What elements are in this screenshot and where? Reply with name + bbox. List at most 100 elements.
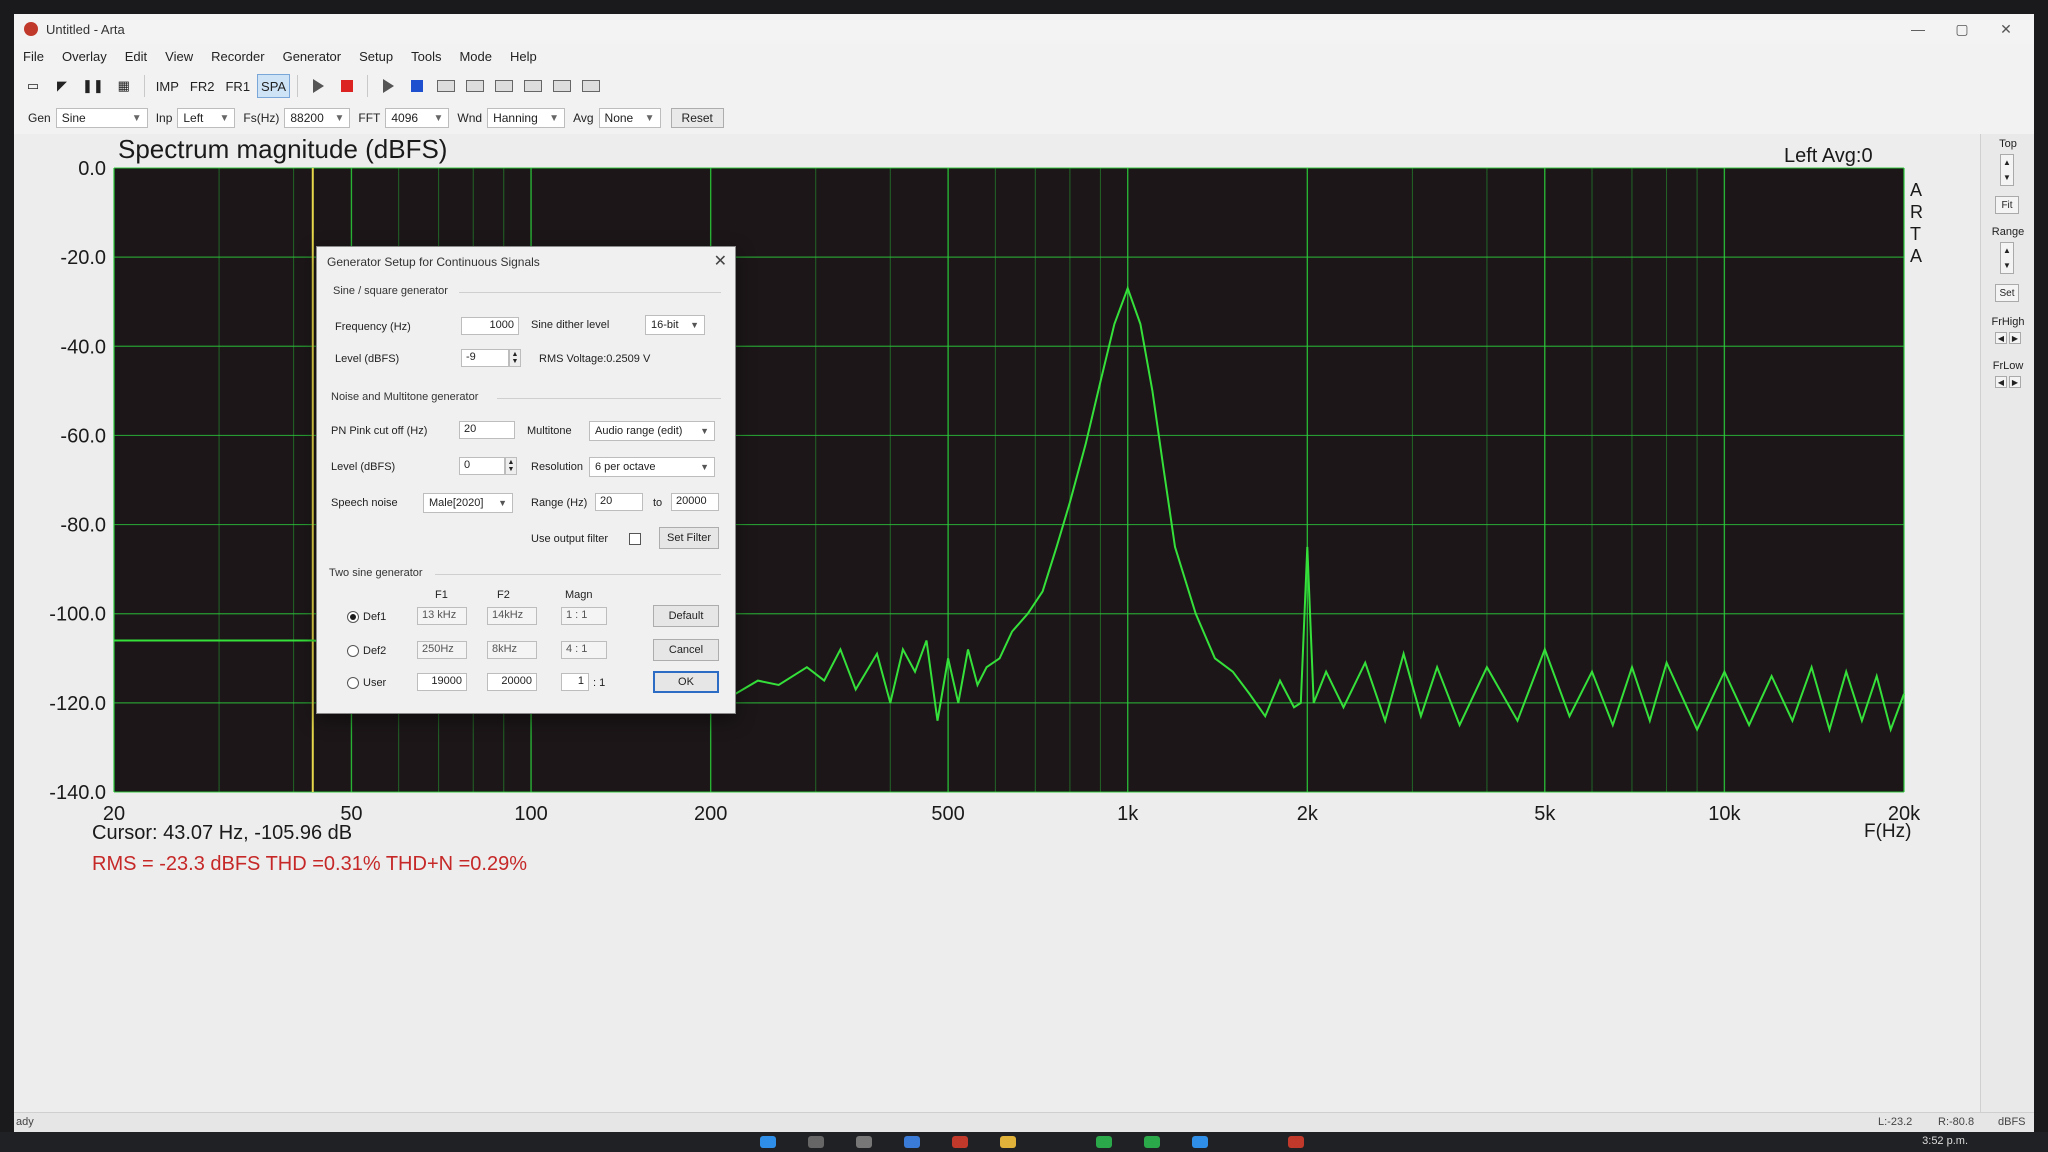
def2-magn-input[interactable]: 4 : 1 [561, 641, 607, 659]
grid-button[interactable]: ▦ [111, 74, 137, 98]
right-arrow-icon[interactable]: ▶ [2009, 332, 2021, 344]
app-icon[interactable] [1144, 1136, 1160, 1148]
range-from-input[interactable]: 20 [595, 493, 643, 511]
generator-stop-button[interactable] [404, 74, 430, 98]
noise-level-input[interactable]: 0 [459, 457, 505, 475]
def2-radio[interactable] [347, 645, 359, 657]
default-button[interactable]: Default [653, 605, 719, 627]
sine-level-input[interactable]: -9 [461, 349, 509, 367]
user-radio[interactable] [347, 677, 359, 689]
wnd-select[interactable]: Hanning ▼ [487, 108, 566, 128]
def2-f1-input[interactable]: 250Hz [417, 641, 467, 659]
noise-level-stepper[interactable]: ▲ ▼ [505, 457, 517, 475]
generator-play-button[interactable] [375, 74, 401, 98]
menu-file[interactable]: File [14, 49, 53, 64]
maximize-icon[interactable]: ▢ [1940, 14, 1984, 44]
search-icon[interactable] [808, 1136, 824, 1148]
menu-generator[interactable]: Generator [274, 49, 351, 64]
fft-select[interactable]: 4096 ▼ [385, 108, 450, 128]
menu-edit[interactable]: Edit [116, 49, 156, 64]
meter-button[interactable] [520, 74, 546, 98]
menu-setup[interactable]: Setup [350, 49, 402, 64]
range-to-input[interactable]: 20000 [671, 493, 719, 511]
close-window-icon[interactable]: ✕ [1984, 14, 2028, 44]
avg-select[interactable]: None ▼ [598, 108, 661, 128]
def1-f1-input[interactable]: 13 kHz [417, 607, 467, 625]
stop-button[interactable] [334, 74, 360, 98]
arta-taskbar-icon[interactable] [1288, 1136, 1304, 1148]
frlow-stepper[interactable]: ◀ ▶ [1995, 376, 2021, 388]
spectrum-chart[interactable]: 0.0 -20.0 -40.0 -60.0 -80.0 -100.0 -120.0 -140.… [14, 134, 1980, 1112]
resolution-select[interactable]: 6 per octave ▼ [589, 457, 715, 477]
task-view-icon[interactable] [856, 1136, 872, 1148]
fr2-mode-button[interactable]: FR2 [186, 74, 219, 98]
def1-f2-input[interactable]: 14kHz [487, 607, 537, 625]
frequency-label: Frequency (Hz) [335, 321, 411, 333]
spectrum-plot-area[interactable]: 0.0 -20.0 -40.0 -60.0 -80.0 -100.0 -120.0 -140.… [14, 134, 1980, 1112]
gen-select[interactable]: Sine ▼ [55, 108, 148, 128]
set-button[interactable]: Set [1995, 284, 2019, 302]
reset-button[interactable]: Reset [670, 108, 724, 128]
output-filter-checkbox[interactable] [629, 533, 641, 545]
close-icon[interactable]: ✕ [714, 251, 727, 271]
menu-tools[interactable]: Tools [402, 49, 450, 64]
user-f1-input[interactable]: 19000 [417, 673, 467, 691]
inp-select[interactable]: Left ▼ [177, 108, 236, 128]
minimize-icon[interactable]: — [1896, 14, 1940, 44]
menu-help[interactable]: Help [501, 49, 546, 64]
speech-noise-select[interactable]: Male[2020] ▼ [423, 493, 513, 513]
cancel-button[interactable]: Cancel [653, 639, 719, 661]
user-f2-input[interactable]: 20000 [487, 673, 537, 691]
pause-button[interactable]: ❚❚ [78, 74, 108, 98]
left-arrow-icon[interactable]: ◀ [1995, 376, 2007, 388]
frhigh-label: FrHigh [1991, 316, 2025, 328]
pn-pink-input[interactable]: 20 [459, 421, 515, 439]
user-magn-input[interactable]: 1 [561, 673, 589, 691]
new-file-icon: ▭ [26, 78, 40, 93]
scope-button[interactable] [491, 74, 517, 98]
wave-button[interactable] [549, 74, 575, 98]
fit-button[interactable]: Fit [1995, 196, 2019, 214]
start-icon[interactable] [760, 1136, 776, 1148]
menu-mode[interactable]: Mode [450, 49, 501, 64]
def1-radio[interactable] [347, 611, 359, 623]
def2-label: Def2 [363, 645, 387, 657]
imp-mode-button[interactable]: IMP [152, 74, 183, 98]
def2-f2-input[interactable]: 8kHz [487, 641, 537, 659]
right-arrow-icon[interactable]: ▶ [2009, 376, 2021, 388]
sine-level-stepper[interactable]: ▲ ▼ [509, 349, 521, 367]
menu-overlay[interactable]: Overlay [53, 49, 116, 64]
open-file-button[interactable]: ◤ [49, 74, 75, 98]
left-arrow-icon[interactable]: ◀ [1995, 332, 2007, 344]
fs-select[interactable]: 88200 ▼ [284, 108, 351, 128]
gen-select-value: Sine [61, 111, 86, 125]
new-file-button[interactable]: ▭ [20, 74, 46, 98]
browser-icon[interactable] [1192, 1136, 1208, 1148]
channel-info: Left Avg:0 [1784, 145, 1873, 167]
frequency-input[interactable]: 1000 [461, 317, 519, 335]
toolbar-separator [297, 75, 299, 97]
def1-magn-input[interactable]: 1 : 1 [561, 607, 607, 625]
play-button[interactable] [305, 74, 331, 98]
sine-dither-select[interactable]: 16-bit ▼ [645, 315, 705, 335]
top-spinner[interactable]: ▲ ▼ [2000, 154, 2014, 186]
range-spinner[interactable]: ▲ ▼ [2000, 242, 2014, 274]
frhigh-stepper[interactable]: ◀ ▶ [1995, 332, 2021, 344]
sine-dither-label: Sine dither level [531, 319, 610, 331]
filter-button[interactable] [462, 74, 488, 98]
folder-icon[interactable] [1000, 1136, 1016, 1148]
fs-label: Fs(Hz) [243, 111, 280, 125]
app-icon[interactable] [1096, 1136, 1112, 1148]
ok-button[interactable]: OK [653, 671, 719, 693]
menu-view[interactable]: View [156, 49, 202, 64]
app-icon[interactable] [904, 1136, 920, 1148]
app-icon[interactable] [952, 1136, 968, 1148]
spa-mode-button[interactable]: SPA [257, 74, 291, 98]
inp-select-value: Left [183, 111, 204, 125]
signal-button[interactable] [433, 74, 459, 98]
menu-recorder[interactable]: Recorder [202, 49, 273, 64]
display-button[interactable] [578, 74, 604, 98]
fr1-mode-button[interactable]: FR1 [221, 74, 254, 98]
set-filter-button[interactable]: Set Filter [659, 527, 719, 549]
multitone-select[interactable]: Audio range (edit) ▼ [589, 421, 715, 441]
